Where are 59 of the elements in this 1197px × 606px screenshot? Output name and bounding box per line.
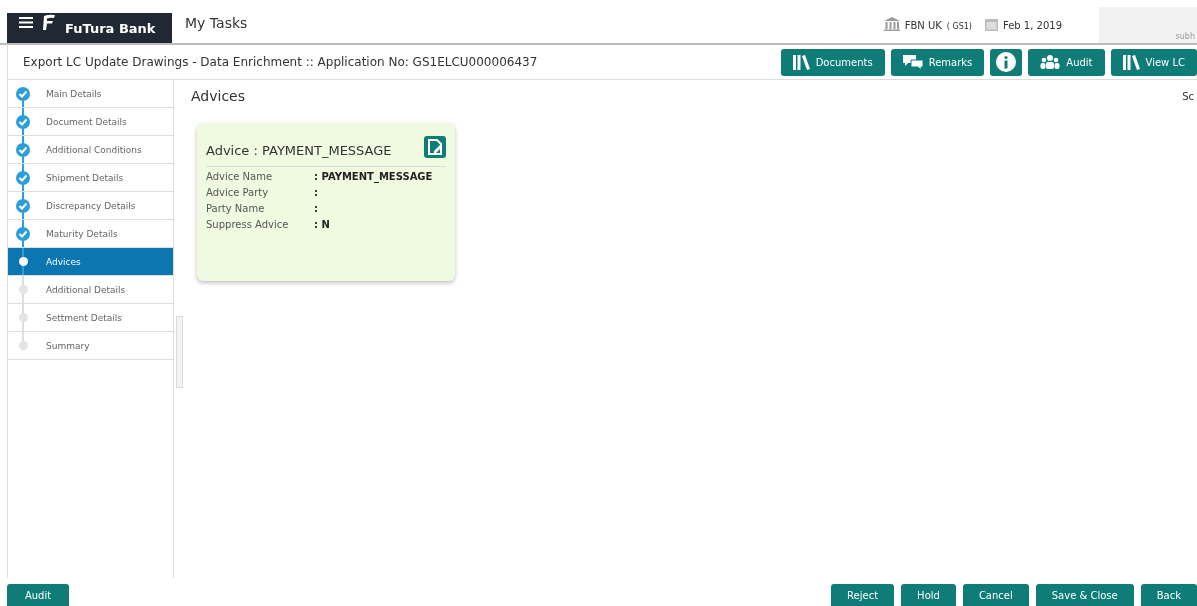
chat-icon xyxy=(902,54,923,70)
toolbar-button[interactable]: Audit xyxy=(1028,48,1105,76)
corner-text: Sc xyxy=(1182,90,1194,102)
field-label: Advice Party xyxy=(206,186,270,200)
branch-name: FBN UK xyxy=(904,20,942,31)
footer-button[interactable]: Hold xyxy=(901,584,956,606)
footer-button[interactable]: Audit xyxy=(7,584,69,606)
toolbar-button[interactable]: View LC xyxy=(1110,48,1197,76)
card-title: Advice : PAYMENT_MESSAGE xyxy=(206,143,392,158)
bank-icon xyxy=(883,17,900,31)
current-step-dot xyxy=(19,257,28,266)
step-item[interactable]: Settment Details xyxy=(8,304,173,332)
step-item[interactable]: Advices xyxy=(8,248,173,276)
info-button[interactable] xyxy=(990,48,1023,76)
calendar-icon xyxy=(984,18,998,31)
check-icon xyxy=(16,226,30,241)
field-value: : xyxy=(314,202,319,216)
books-icon xyxy=(1122,54,1140,70)
check-icon xyxy=(16,198,30,213)
footer-button[interactable]: Reject xyxy=(831,584,895,606)
pending-step-dot xyxy=(19,285,28,294)
application-title: Export LC Update Drawings - Data Enrichment :: Application No: GS1ELCU000006437 xyxy=(23,55,538,69)
check-icon xyxy=(16,114,30,129)
people-icon xyxy=(1040,55,1061,69)
field-label: Suppress Advice xyxy=(206,218,290,232)
field-value: : PAYMENT_MESSAGE xyxy=(314,170,434,185)
step-item[interactable]: Main Details xyxy=(8,80,173,108)
info-icon xyxy=(996,52,1017,72)
menu-icon[interactable] xyxy=(19,16,33,28)
scrollbar[interactable] xyxy=(176,316,183,388)
field-value: : xyxy=(314,186,319,200)
step-item[interactable]: Discrepancy Details xyxy=(8,192,173,220)
books-icon xyxy=(792,54,810,70)
check-icon xyxy=(16,86,30,101)
step-item[interactable]: Shipment Details xyxy=(8,164,173,192)
toolbar-button[interactable]: Remarks xyxy=(890,48,985,76)
field-label: Party Name xyxy=(206,202,266,216)
check-icon xyxy=(16,170,30,185)
footer-button[interactable]: Save & Close xyxy=(1035,584,1134,606)
brand-name: FuTura Bank xyxy=(65,20,156,36)
footer-button[interactable]: Cancel xyxy=(962,584,1029,606)
pending-step-dot xyxy=(19,341,28,350)
step-item[interactable]: Additional Conditions xyxy=(8,136,173,164)
toolbar-button[interactable]: Documents xyxy=(780,48,885,76)
check-icon xyxy=(16,142,30,157)
field-label: Advice Name xyxy=(206,170,274,184)
pending-step-dot xyxy=(19,313,28,322)
branch-code: ( GS1) xyxy=(946,22,972,31)
footer-button[interactable]: Back xyxy=(1140,584,1197,606)
page-title: My Tasks xyxy=(185,15,248,31)
date-label: Feb 1, 2019 xyxy=(1002,20,1062,31)
step-item[interactable]: Summary xyxy=(8,332,173,360)
step-item[interactable]: Document Details xyxy=(8,108,173,136)
field-value: : N xyxy=(314,218,331,232)
section-heading: Advices xyxy=(191,88,245,104)
edit-icon[interactable] xyxy=(424,135,446,158)
step-item[interactable]: Additional Details xyxy=(8,276,173,304)
user-name: subh xyxy=(1175,32,1195,43)
logo-icon xyxy=(43,14,55,30)
